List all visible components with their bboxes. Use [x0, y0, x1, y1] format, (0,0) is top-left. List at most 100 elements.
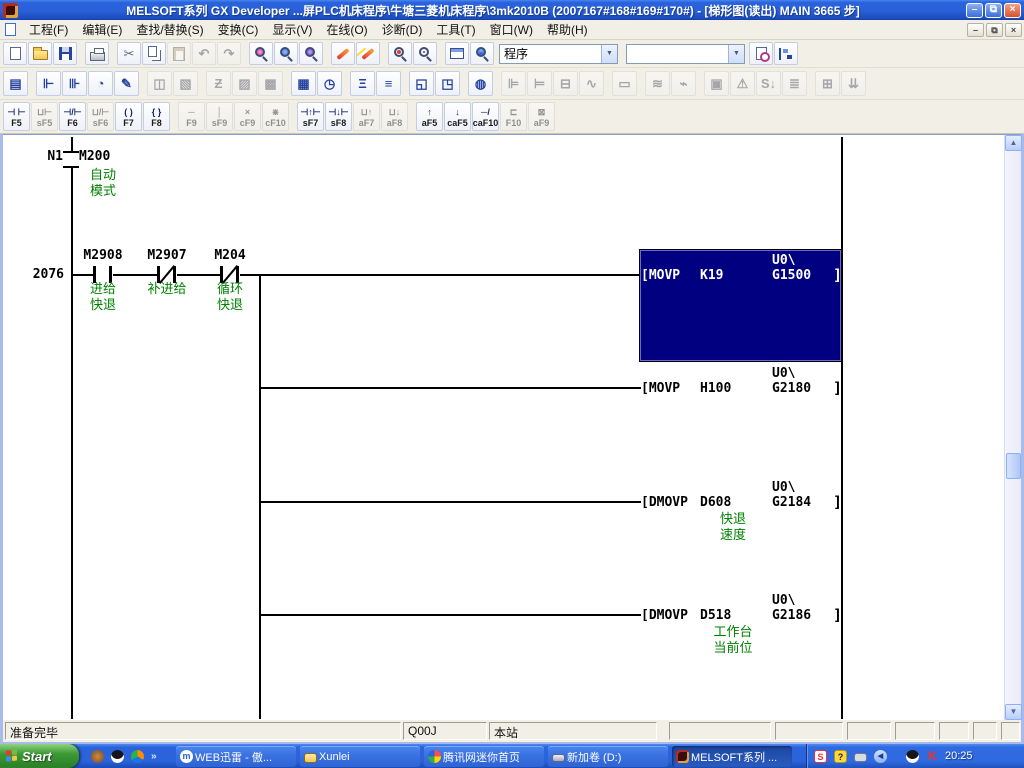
- note-display-button[interactable]: ▩: [258, 71, 283, 96]
- menu-item-8[interactable]: 窗口(W): [483, 19, 540, 40]
- entry-data-monitor-button[interactable]: ⊨: [527, 71, 552, 96]
- scrollbar-thumb[interactable]: [1006, 453, 1021, 479]
- delete-line-button[interactable]: ⊠ aF9: [528, 102, 555, 131]
- undo-button[interactable]: [192, 42, 216, 65]
- replace-in-project-button[interactable]: ✎: [114, 71, 139, 96]
- child-restore-button[interactable]: ⧉: [986, 22, 1003, 37]
- project-browse-button[interactable]: ◍: [468, 71, 493, 96]
- delete-vertical-line-button[interactable]: ⋇ cF10: [262, 102, 289, 131]
- taskbar-clock[interactable]: 20:25: [945, 750, 973, 762]
- monitor-error-jump-button[interactable]: ⚠: [730, 71, 755, 96]
- paste-button[interactable]: [167, 42, 191, 65]
- open-contact-branch-button[interactable]: ⊔⊢ sF5: [31, 102, 58, 131]
- menu-item-5[interactable]: 在线(O): [319, 19, 374, 40]
- write-to-plc-button[interactable]: [331, 42, 355, 65]
- sampling-trace-button[interactable]: ≋: [645, 71, 670, 96]
- child-window-icon[interactable]: [5, 23, 16, 36]
- zoom-in-button[interactable]: [388, 42, 412, 65]
- taskbar-task-4[interactable]: MELSOFT系列 ...: [672, 746, 792, 767]
- line-input-button[interactable]: ⊏ F10: [500, 102, 527, 131]
- menu-item-2[interactable]: 查找/替换(S): [129, 19, 210, 40]
- chevron-down-icon[interactable]: ▼: [728, 44, 744, 63]
- cut-button[interactable]: [117, 42, 141, 65]
- alias-display-button[interactable]: Ƶ: [206, 71, 231, 96]
- invert-operation-button[interactable]: ─/caF10: [472, 102, 499, 131]
- open-contact-button[interactable]: ⊣ ⊢ F5: [3, 102, 30, 131]
- taskbar-task-2[interactable]: 腾讯网迷你首页: [424, 746, 544, 767]
- device-test-button[interactable]: ▭: [612, 71, 637, 96]
- menu-item-6[interactable]: 诊断(D): [375, 19, 430, 40]
- start-button[interactable]: Start: [0, 744, 79, 768]
- vertical-scrollbar[interactable]: ▲ ▼: [1004, 135, 1022, 720]
- close-button[interactable]: ×: [1004, 2, 1021, 18]
- vertical-line-button[interactable]: │ sF9: [206, 102, 233, 131]
- coolpad-shortcut[interactable]: [91, 749, 104, 763]
- closed-contact-button[interactable]: ⊣/⊢ F6: [59, 102, 86, 131]
- remote-operation-button[interactable]: ⌁: [671, 71, 696, 96]
- device-timer-setting-button[interactable]: ◷: [317, 71, 342, 96]
- pulse-up-button[interactable]: ↑ aF5: [416, 102, 443, 131]
- scroll-up-button[interactable]: ▲: [1005, 135, 1022, 151]
- open-project-button[interactable]: [28, 42, 52, 65]
- qq-shortcut[interactable]: [111, 749, 124, 763]
- child-close-button[interactable]: ×: [1005, 22, 1022, 37]
- project-find-button[interactable]: [470, 42, 494, 65]
- copy-button[interactable]: [142, 42, 166, 65]
- pulse-down-button[interactable]: ↓ caF5: [444, 102, 471, 131]
- kaspersky-tray-icon[interactable]: K: [926, 749, 939, 763]
- statement-display-button[interactable]: ▧: [173, 71, 198, 96]
- project-data-list-button[interactable]: ▤: [3, 71, 28, 96]
- monitor-condition-button[interactable]: ∿: [579, 71, 604, 96]
- delete-horizontal-line-button[interactable]: × cF9: [234, 102, 261, 131]
- help-tray-icon[interactable]: ?: [834, 749, 847, 763]
- program-list-button[interactable]: ≣: [782, 71, 807, 96]
- rising-pulse-branch-button[interactable]: ⊔↑ aF7: [353, 102, 380, 131]
- restore-button[interactable]: ⧉: [985, 2, 1002, 18]
- save-project-button[interactable]: [53, 42, 77, 65]
- find-device-combo[interactable]: ▼: [626, 43, 745, 64]
- ladder-monitor-button[interactable]: ⊫: [501, 71, 526, 96]
- menu-item-0[interactable]: 工程(F): [22, 19, 75, 40]
- find-device-button[interactable]: [249, 42, 273, 65]
- rising-pulse-contact-button[interactable]: ⊣↑⊢ sF7: [297, 102, 324, 131]
- sort-download-button[interactable]: ⇊: [841, 71, 866, 96]
- application-instruction-button[interactable]: { } F8: [143, 102, 170, 131]
- horizontal-line-button[interactable]: ─ F9: [178, 102, 205, 131]
- device-display-button[interactable]: ▨: [232, 71, 257, 96]
- program-monitor-list-button[interactable]: ▣: [704, 71, 729, 96]
- comment-display-button[interactable]: ◫: [147, 71, 172, 96]
- taskbar-task-1[interactable]: Xunlei: [300, 746, 420, 767]
- menu-item-3[interactable]: 变换(C): [211, 19, 266, 40]
- child-minimize-button[interactable]: –: [967, 22, 984, 37]
- scan-time-s1s9-button[interactable]: S↓: [756, 71, 781, 96]
- minimize-button[interactable]: –: [966, 2, 983, 18]
- sogou-tray-icon[interactable]: S: [814, 749, 827, 763]
- read-from-plc-button[interactable]: [356, 42, 380, 65]
- new-project-button[interactable]: [3, 42, 27, 65]
- falling-pulse-contact-button[interactable]: ⊣↓⊢ sF8: [325, 102, 352, 131]
- contact-nc-M2907[interactable]: [157, 265, 177, 284]
- contact-nc-M204[interactable]: [220, 265, 240, 284]
- window-arrange-button[interactable]: [445, 42, 469, 65]
- ladder-canvas[interactable]: N1 M200 自动 模式 2076 M2908 进给 快退 M2907 补进给 M204 循环 …: [3, 135, 1004, 720]
- printer-tray-icon[interactable]: [854, 752, 867, 762]
- chevron-down-icon[interactable]: ▼: [601, 44, 617, 63]
- window-jump-button[interactable]: ◳: [435, 71, 460, 96]
- zoom-out-button[interactable]: [413, 42, 437, 65]
- online-program-change-button[interactable]: ⊞: [815, 71, 840, 96]
- menu-item-1[interactable]: 编辑(E): [75, 19, 129, 40]
- menu-item-9[interactable]: 帮助(H): [540, 19, 595, 40]
- ladder-symbol-tree-button[interactable]: ⊩: [36, 71, 61, 96]
- menu-item-4[interactable]: 显示(V): [265, 19, 319, 40]
- program-type-combo[interactable]: 程序 ▼: [499, 43, 618, 64]
- coil-button[interactable]: ( ) F7: [115, 102, 142, 131]
- device-comment-tree-button[interactable]: ⊪: [62, 71, 87, 96]
- taskbar-task-3[interactable]: 新加卷 (D:): [548, 746, 668, 767]
- project-data-tree-button[interactable]: [774, 42, 798, 65]
- find-string-button[interactable]: [299, 42, 323, 65]
- quick-launch-overflow-chevron[interactable]: »: [151, 751, 157, 762]
- find-in-project-button[interactable]: ◔: [88, 71, 113, 96]
- scroll-down-button[interactable]: ▼: [1005, 704, 1022, 720]
- contact-no-M2908[interactable]: [93, 266, 113, 283]
- taskbar-task-0[interactable]: m WEB迅雷 - 傲...: [176, 746, 296, 767]
